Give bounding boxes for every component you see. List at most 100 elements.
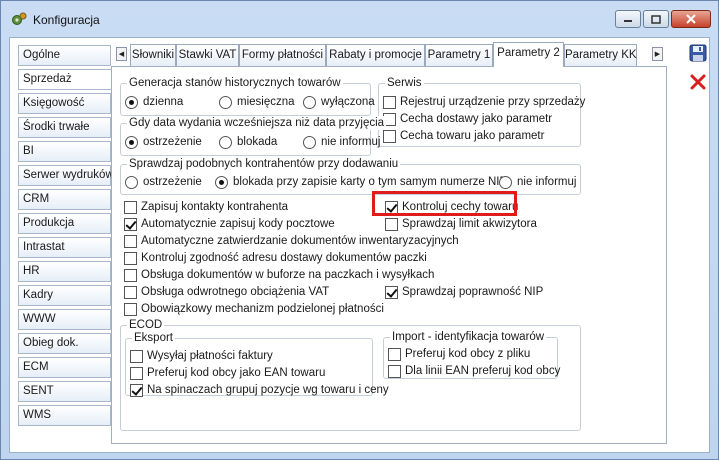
nav-item-crm[interactable]: CRM	[18, 189, 111, 210]
radio-dot[interactable]	[219, 135, 232, 149]
radio-contractor-no-info[interactable]: nie informuj	[499, 174, 576, 190]
checkbox-foreign-code-ean[interactable]: Preferuj kod obcy jako EAN towaru	[130, 365, 325, 381]
checkbox-agent-limit[interactable]: Sprawdzaj limit akwizytora	[385, 216, 537, 232]
group-title: Sprawdzaj podobnych kontrahentów przy do…	[127, 157, 401, 171]
checkbox-box[interactable]	[124, 302, 137, 316]
minimize-icon	[624, 20, 632, 22]
checkbox-register-device[interactable]: Rejestruj urządzenie przy sprzedaży	[383, 94, 585, 110]
nav-item-intrastat[interactable]: Intrastat	[18, 237, 111, 258]
cancel-icon	[690, 74, 706, 90]
nav-item-kadry[interactable]: Kadry	[18, 285, 111, 306]
radio-daily[interactable]: dzienna	[125, 94, 183, 110]
group-service: Serwis Rejestruj urządzenie przy sprzeda…	[378, 76, 585, 147]
radio-monthly[interactable]: miesięczna	[219, 94, 295, 110]
radio-warning[interactable]: ostrzeżenie	[125, 134, 202, 150]
group-title: Serwis	[385, 76, 424, 90]
tab-panel-parametry-2: Generacja stanów historycznych towarów d…	[111, 66, 667, 444]
tab-stawki-vat[interactable]: Stawki VAT	[176, 44, 239, 66]
checkbox-delivery-address[interactable]: Kontroluj zgodność adresu dostawy dokume…	[124, 250, 427, 266]
radio-no-info[interactable]: nie informuj	[303, 134, 380, 150]
tab-scroll-right-button[interactable]: ▶	[652, 47, 663, 61]
checkbox-box[interactable]	[124, 217, 137, 231]
checkbox-reverse-vat[interactable]: Obsługa odwrotnego obciążenia VAT	[124, 284, 329, 300]
checkbox-box[interactable]	[130, 366, 143, 380]
radio-contractor-block[interactable]: blokada przy zapisie karty o tym samym n…	[215, 174, 507, 190]
tab-parametry-2[interactable]: Parametry 2	[493, 42, 564, 67]
checkbox-box[interactable]	[385, 217, 398, 231]
nav-item-hr[interactable]: HR	[18, 261, 111, 282]
close-button[interactable]	[671, 10, 711, 28]
nav-item-www[interactable]: WWW	[18, 309, 111, 330]
checkbox-prefer-file-code[interactable]: Preferuj kod obcy z pliku	[388, 346, 530, 362]
arrow-right-icon: ▶	[654, 51, 661, 58]
radio-contractor-warning[interactable]: ostrzeżenie	[125, 174, 202, 190]
minimize-button[interactable]	[615, 10, 641, 28]
arrow-left-icon: ◀	[118, 51, 125, 58]
checkbox-box[interactable]	[124, 268, 137, 282]
checkbox-validate-nip[interactable]: Sprawdzaj poprawność NIP	[385, 284, 543, 300]
tab-scroll-left-button[interactable]: ◀	[116, 47, 127, 61]
checkbox-box[interactable]	[124, 200, 137, 214]
checkbox-box[interactable]	[385, 200, 398, 214]
checkbox-group-positions[interactable]: Na spinaczach grupuj pozycje wg towaru i…	[130, 382, 389, 398]
checkbox-buffer-documents[interactable]: Obsługa dokumentów w buforze na paczkach…	[124, 267, 434, 283]
nav-item-sprzedaz[interactable]: Sprzedaż	[18, 69, 114, 90]
save-button[interactable]	[687, 42, 709, 64]
tab-rabaty-promocje[interactable]: Rabaty i promocje	[326, 44, 425, 66]
nav-item-obieg-dok[interactable]: Obieg dok.	[18, 333, 111, 354]
tab-parametry-kk[interactable]: Parametry KK	[564, 44, 637, 66]
radio-dot[interactable]	[219, 95, 232, 109]
radio-dot[interactable]	[303, 95, 316, 109]
radio-dot[interactable]	[215, 175, 228, 189]
checkbox-box[interactable]	[124, 285, 137, 299]
checkbox-box[interactable]	[385, 285, 398, 299]
radio-dot[interactable]	[125, 135, 138, 149]
checkbox-delivery-feature[interactable]: Cecha dostawy jako parametr	[383, 111, 552, 127]
checkbox-save-contacts[interactable]: Zapisuj kontakty kontrahenta	[124, 199, 288, 215]
cancel-button[interactable]	[687, 71, 709, 93]
checkbox-split-payment[interactable]: Obowiązkowy mechanizm podzielonej płatno…	[124, 301, 384, 317]
nav-item-sent[interactable]: SENT	[18, 381, 111, 402]
nav-item-ksiegowosc[interactable]: Księgowość	[18, 93, 111, 114]
tab-slowniki[interactable]: Słowniki	[130, 44, 176, 66]
maximize-icon	[651, 14, 661, 24]
tab-formy-platnosci[interactable]: Formy płatności	[239, 44, 326, 66]
nav-item-serwer-wydrukow[interactable]: Serwer wydruków	[18, 165, 114, 186]
maximize-button[interactable]	[643, 10, 669, 28]
checkbox-postal-codes[interactable]: Automatycznie zapisuj kody pocztowe	[124, 216, 335, 232]
checkbox-box[interactable]	[388, 347, 401, 361]
client-area: Ogólne Sprzedaż Księgowość Środki trwałe…	[9, 37, 710, 453]
checkbox-send-payments[interactable]: Wysyłaj płatności faktury	[130, 348, 273, 364]
checkbox-box[interactable]	[383, 95, 396, 109]
save-icon	[689, 44, 707, 62]
checkbox-ean-prefer-code[interactable]: Dla linii EAN preferuj kod obcy	[388, 363, 560, 379]
nav-item-srodki-trwale[interactable]: Środki trwałe	[18, 117, 111, 138]
checkbox-box[interactable]	[388, 364, 401, 378]
checkbox-box[interactable]	[124, 234, 137, 248]
nav-item-wms[interactable]: WMS	[18, 405, 111, 426]
radio-dot[interactable]	[499, 175, 512, 189]
checkbox-inventory-approval[interactable]: Automatyczne zatwierdzanie dokumentów in…	[124, 233, 459, 249]
group-similar-contractors: Sprawdzaj podobnych kontrahentów przy do…	[120, 157, 581, 195]
window-title: Konfiguracja	[33, 13, 100, 27]
nav-item-produkcja[interactable]: Produkcja	[18, 213, 111, 234]
radio-disabled[interactable]: wyłączona	[303, 94, 375, 110]
checkbox-control-features[interactable]: Kontroluj cechy towaru	[385, 199, 518, 215]
nav-item-bi[interactable]: BI	[18, 141, 111, 162]
nav-item-ecm[interactable]: ECM	[18, 357, 111, 378]
checkbox-product-feature[interactable]: Cecha towaru jako parametr	[383, 128, 544, 144]
radio-dot[interactable]	[125, 175, 138, 189]
checkbox-box[interactable]	[130, 383, 143, 397]
radio-dot[interactable]	[303, 135, 316, 149]
group-title: Eksport	[132, 331, 175, 345]
group-ecod: ECOD Eksport Wysyłaj płatności faktury P…	[120, 318, 581, 431]
tab-parametry-1[interactable]: Parametry 1	[425, 44, 493, 66]
config-window: Konfiguracja Ogólne Sprzedaż Księgowość …	[0, 0, 719, 460]
checkbox-box[interactable]	[130, 349, 143, 363]
radio-dot[interactable]	[125, 95, 138, 109]
nav-item-ogolne[interactable]: Ogólne	[18, 45, 111, 66]
radio-block[interactable]: blokada	[219, 134, 277, 150]
checkbox-box[interactable]	[383, 129, 396, 143]
group-title: Generacja stanów historycznych towarów	[127, 76, 343, 90]
checkbox-box[interactable]	[124, 251, 137, 265]
